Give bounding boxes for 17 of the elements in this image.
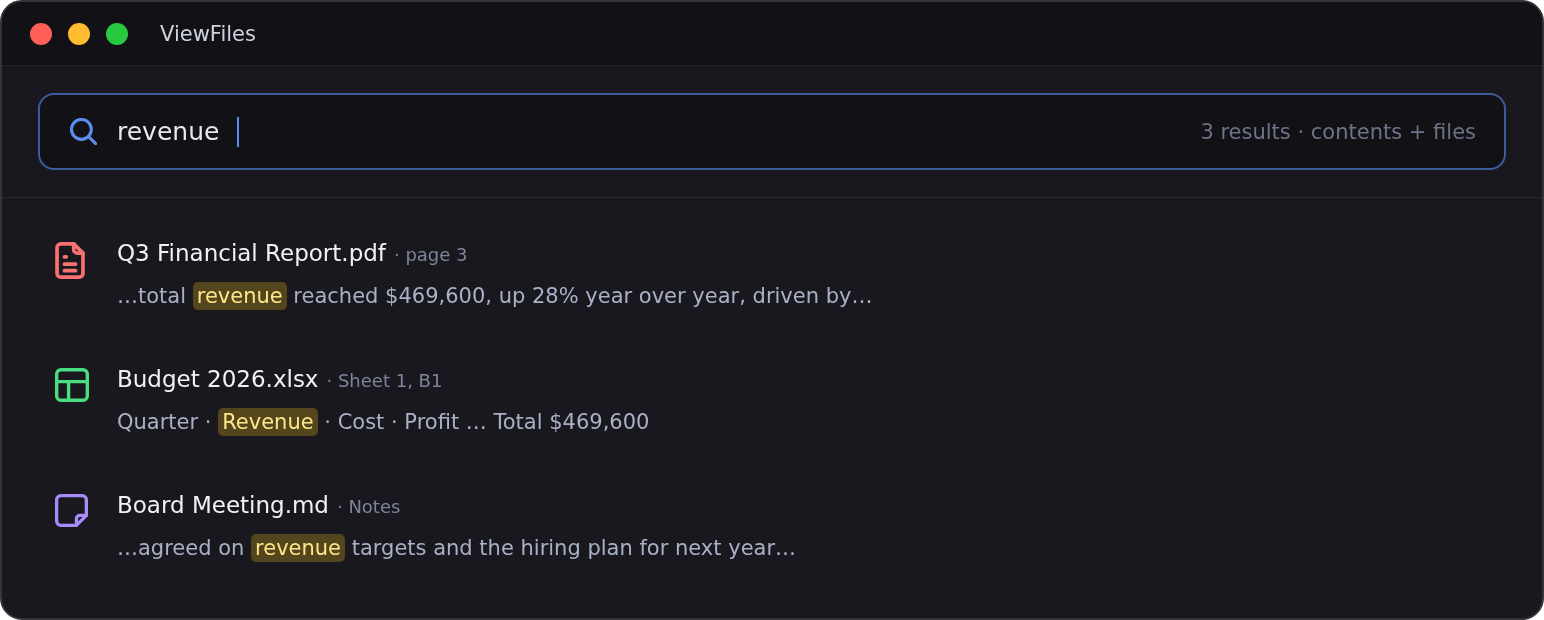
text-caret [237,116,240,147]
zoom-button[interactable] [106,22,128,45]
file-name[interactable]: Budget 2026.xlsx [117,364,319,394]
result-snippet: …total revenue reached $469,600, up 28% year over year, driven by… [117,281,873,312]
result-snippet: Quarter · Revenue · Cost · Profit … Total $469,600 [117,407,650,438]
match-location: · page 3 [393,243,468,267]
close-button[interactable] [30,22,52,45]
result-summary: 3 results · contents + files [1200,119,1476,144]
result-snippet: …agreed on revenue targets and the hiring plan for next year… [117,533,797,564]
file-name[interactable]: Q3 Financial Report.pdf [117,238,386,268]
match-location: · Sheet 1, B1 [326,369,443,393]
search-field[interactable]: revenue 3 results · contents + files [38,93,1506,170]
minimize-button[interactable] [68,22,90,45]
file-name[interactable]: Board Meeting.md [117,490,329,520]
search-icon [70,118,97,145]
match-location: · Notes [336,495,401,519]
window-title: ViewFiles [160,21,256,46]
